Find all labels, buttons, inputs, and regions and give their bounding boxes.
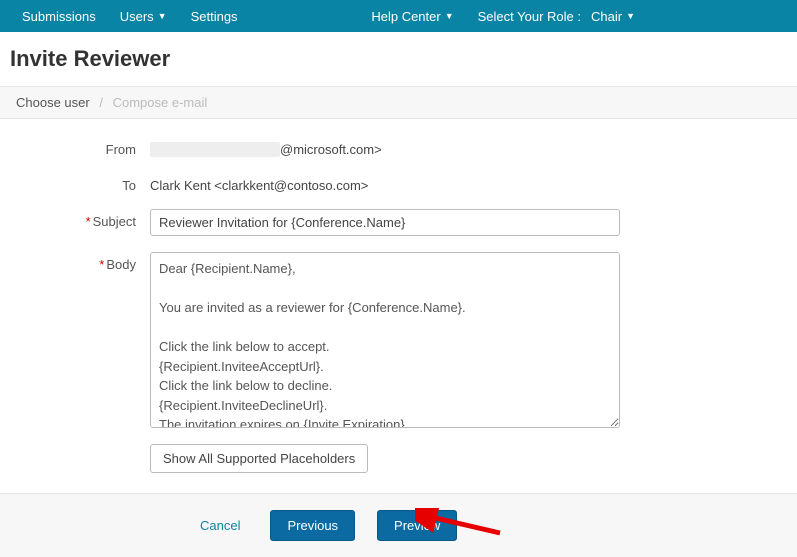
from-label: From <box>40 137 150 157</box>
compose-email-form: From xxxxxxxxxxxxxxxxxxxx@microsoft.com>… <box>0 119 797 473</box>
nav-submissions[interactable]: Submissions <box>10 0 108 32</box>
preview-button[interactable]: Preview <box>377 510 457 541</box>
subject-label: *Subject <box>40 209 150 229</box>
chevron-down-icon: ▼ <box>158 11 167 21</box>
cancel-link[interactable]: Cancel <box>200 518 240 533</box>
nav-role-selector[interactable]: Select Your Role : Chair ▼ <box>466 0 647 32</box>
form-footer: Cancel Previous Preview <box>0 493 797 557</box>
nav-role-label: Select Your Role : <box>478 9 581 24</box>
subject-input[interactable] <box>150 209 620 236</box>
nav-settings[interactable]: Settings <box>179 0 250 32</box>
to-value: Clark Kent <clarkkent@contoso.com> <box>150 173 368 193</box>
chevron-down-icon: ▼ <box>626 11 635 21</box>
from-value: xxxxxxxxxxxxxxxxxxxx@microsoft.com> <box>150 137 382 157</box>
nav-user-menu[interactable] <box>647 0 787 32</box>
breadcrumb-step-choose-user[interactable]: Choose user <box>16 95 90 110</box>
from-value-suffix: @microsoft.com> <box>280 142 382 157</box>
nav-users[interactable]: Users ▼ <box>108 0 179 32</box>
nav-role-value: Chair <box>591 9 622 24</box>
nav-help-center[interactable]: Help Center ▼ <box>359 0 465 32</box>
redacted-name: xxxxxxxxxxxxxxxxxxxx <box>150 142 280 157</box>
nav-users-label: Users <box>120 9 154 24</box>
breadcrumb-separator: / <box>99 95 103 110</box>
top-navbar: Submissions Users ▼ Settings Help Center… <box>0 0 797 32</box>
show-placeholders-button[interactable]: Show All Supported Placeholders <box>150 444 368 473</box>
body-label: *Body <box>40 252 150 272</box>
body-textarea[interactable] <box>150 252 620 428</box>
chevron-down-icon: ▼ <box>445 11 454 21</box>
previous-button[interactable]: Previous <box>270 510 355 541</box>
breadcrumb-step-compose-email: Compose e-mail <box>113 95 208 110</box>
breadcrumb: Choose user / Compose e-mail <box>0 86 797 119</box>
nav-help-label: Help Center <box>371 9 440 24</box>
page-title: Invite Reviewer <box>10 46 797 72</box>
to-label: To <box>40 173 150 193</box>
